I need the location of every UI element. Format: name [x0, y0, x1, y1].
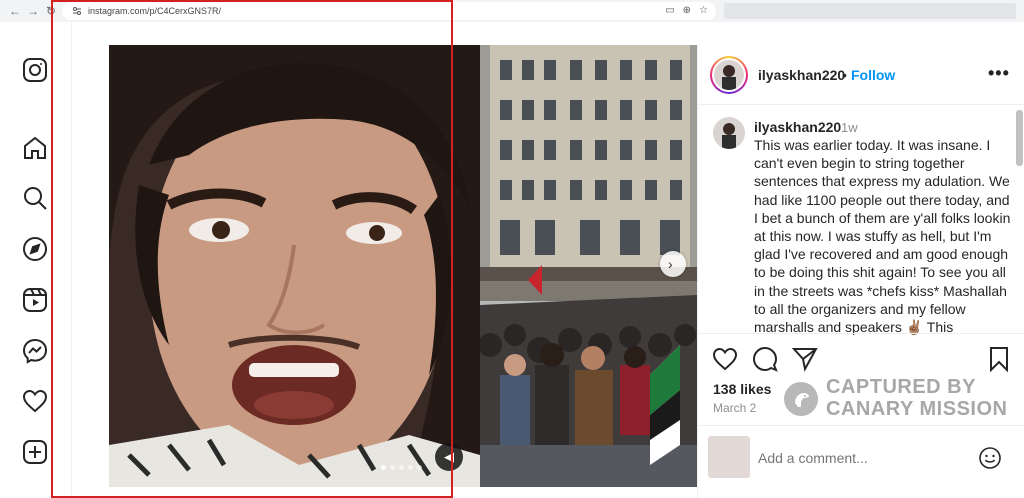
install-app-icon[interactable]: ▭ — [665, 4, 674, 18]
home-icon[interactable] — [22, 135, 48, 161]
carousel-dot — [381, 465, 386, 470]
caption-text: This was earlier today. It was insane. I… — [754, 137, 1011, 336]
emoji-icon[interactable] — [978, 446, 1002, 470]
comment-composer — [698, 425, 1024, 498]
chevron-right-icon: › — [668, 256, 673, 272]
avatar-image — [714, 60, 744, 90]
extensions-area — [724, 3, 1016, 19]
canary-mission-watermark: CAPTURED BY CANARY MISSION — [784, 376, 1014, 422]
post-header: ilyaskhan220 • Follow ••• — [698, 45, 1024, 105]
carousel-dot — [408, 465, 413, 470]
back-arrow-icon[interactable]: ← — [8, 3, 22, 19]
notifications-heart-icon[interactable] — [22, 388, 48, 414]
more-options-icon[interactable]: ••• — [988, 63, 1010, 83]
reels-icon[interactable] — [22, 287, 48, 313]
post-date: March 2 — [713, 401, 757, 415]
address-bar[interactable]: instagram.com/p/C4CerxGNS7R/ ▭ ⊕ ☆ — [62, 2, 716, 20]
browser-toolbar: ← → ↻ instagram.com/p/C4CerxGNS7R/ ▭ ⊕ ☆ — [0, 0, 1024, 22]
messenger-icon[interactable] — [22, 338, 48, 364]
post-details-panel: ilyaskhan220 • Follow ••• ilyaskhan220 1… — [697, 45, 1024, 498]
zoom-icon[interactable]: ⊕ — [683, 4, 691, 18]
like-heart-icon[interactable] — [712, 346, 738, 372]
carousel-dot — [399, 465, 404, 470]
author-username[interactable]: ilyaskhan220 — [758, 66, 845, 84]
share-send-icon[interactable] — [791, 346, 818, 372]
site-info-icon[interactable] — [72, 6, 82, 16]
follow-button[interactable]: Follow — [851, 66, 895, 84]
post-media[interactable]: ◀ › — [109, 45, 697, 487]
search-icon[interactable] — [22, 185, 48, 211]
caption-time: 1w — [841, 120, 858, 135]
url-text: instagram.com/p/C4CerxGNS7R/ — [88, 6, 222, 16]
selfie-photo — [109, 45, 480, 487]
watermark-line1: CAPTURED BY — [826, 376, 976, 398]
sound-toggle-button[interactable]: ◀ — [435, 443, 463, 471]
comment-icon[interactable] — [752, 346, 778, 372]
caption-username[interactable]: ilyaskhan220 — [754, 118, 841, 136]
viewer-avatar — [708, 436, 750, 478]
comments-scrollbar[interactable] — [1016, 110, 1023, 166]
screenshot-root: ← → ↻ instagram.com/p/C4CerxGNS7R/ ▭ ⊕ ☆ — [0, 0, 1024, 498]
create-plus-icon[interactable] — [22, 439, 48, 465]
next-slide-button[interactable]: › — [660, 251, 686, 277]
speaker-icon: ◀ — [444, 449, 454, 464]
bookmark-star-icon[interactable]: ☆ — [699, 4, 708, 18]
caption-avatar[interactable] — [713, 117, 745, 149]
like-count[interactable]: 138 likes — [713, 380, 771, 398]
canary-logo-icon — [784, 382, 818, 416]
watermark-line2: CANARY MISSION — [826, 398, 1008, 420]
carousel-dot — [417, 465, 422, 470]
carousel-dot — [390, 465, 395, 470]
author-avatar[interactable] — [710, 56, 748, 94]
instagram-logo-icon[interactable] — [22, 57, 48, 83]
reload-icon[interactable]: ↻ — [44, 3, 58, 19]
forward-arrow-icon[interactable]: → — [26, 3, 40, 19]
left-nav — [0, 22, 72, 498]
save-bookmark-icon[interactable] — [986, 346, 1012, 373]
carousel-indicator — [381, 465, 422, 470]
explore-icon[interactable] — [22, 236, 48, 262]
comment-input[interactable] — [758, 448, 978, 468]
header-separator: • — [842, 67, 847, 83]
